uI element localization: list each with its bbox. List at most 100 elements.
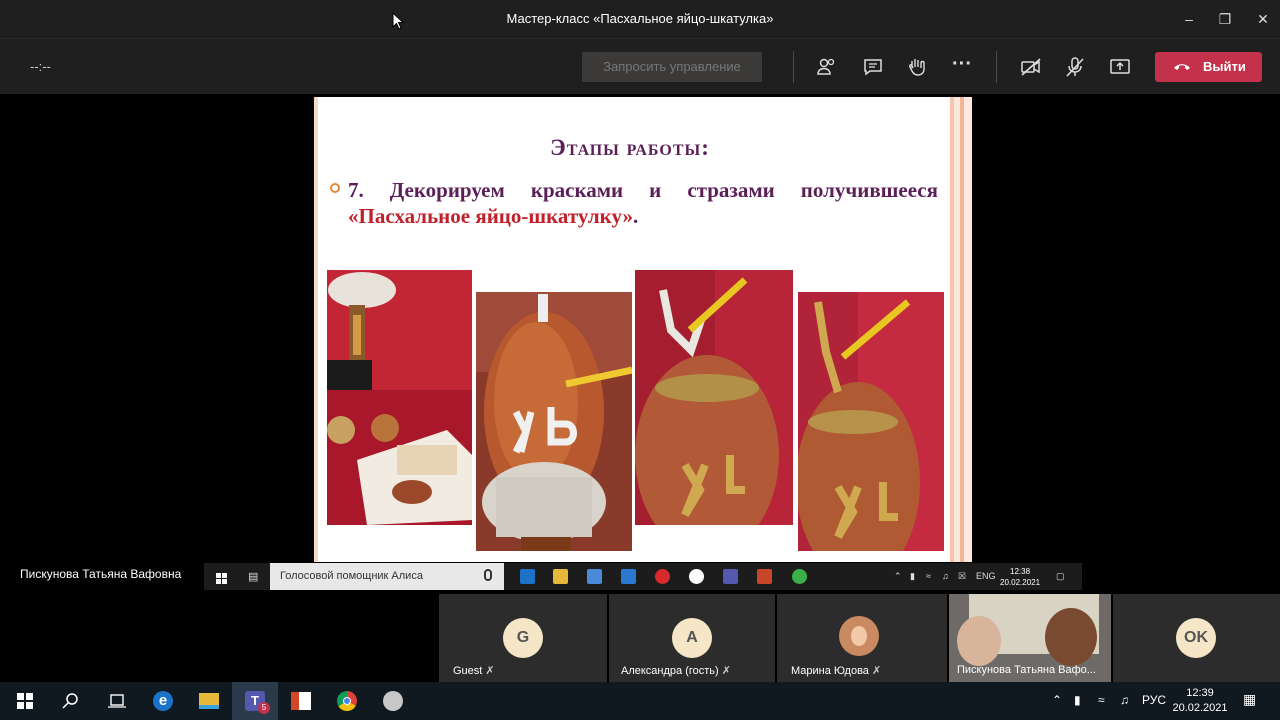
minimize-button[interactable]: – bbox=[1180, 10, 1198, 28]
raise-hand-icon[interactable] bbox=[905, 55, 929, 79]
folder-icon bbox=[199, 693, 219, 709]
inner-clock: 12:38 20.02.2021 bbox=[1000, 566, 1040, 588]
phone-hangup-icon bbox=[1174, 64, 1190, 70]
task-view-button[interactable] bbox=[94, 682, 140, 720]
mic-off-icon: ✗ bbox=[871, 665, 882, 677]
windows-taskbar: e T 5 ⌃ ▮ ≈ ♫ РУС 12:39 20.02.2021 ▦ bbox=[0, 682, 1280, 720]
tray-chevron-icon[interactable]: ⌃ bbox=[1052, 693, 1062, 707]
search-icon bbox=[62, 693, 78, 709]
teams-meeting-window: Мастер-класс «Пасхальное яйцо-шкатулка» … bbox=[0, 0, 1280, 720]
participant-name-text: Александра (гость) bbox=[621, 665, 719, 677]
mic-off-icon: ✗ bbox=[485, 665, 495, 677]
participant-tile[interactable]: Марина Юдова ✗ bbox=[777, 594, 947, 682]
share-screen-icon[interactable] bbox=[1108, 55, 1132, 79]
windows-logo-icon bbox=[17, 693, 33, 709]
slide-title: Этапы работы: bbox=[550, 135, 710, 160]
slide-border bbox=[946, 97, 972, 562]
windows-start-icon bbox=[216, 571, 227, 584]
bullet-icon bbox=[330, 183, 340, 193]
opera-icon bbox=[655, 569, 670, 584]
step-text-end: . bbox=[633, 204, 639, 228]
app-icon-button[interactable] bbox=[370, 682, 416, 720]
maximize-button[interactable]: ❐ bbox=[1216, 10, 1234, 28]
step-text-main: 7. Декорируем красками и стразами получи… bbox=[348, 178, 938, 202]
window-title: Мастер-класс «Пасхальное яйцо-шкатулка» bbox=[506, 11, 774, 26]
office-icon bbox=[291, 692, 311, 710]
photo-egg-gold bbox=[635, 270, 793, 525]
teams-app[interactable]: T 5 bbox=[232, 682, 278, 720]
powerpoint-icon bbox=[757, 569, 772, 584]
task-view-icon bbox=[108, 694, 126, 708]
mail-icon bbox=[621, 569, 636, 584]
microphone-off-icon[interactable] bbox=[1063, 55, 1087, 79]
slide-border bbox=[314, 97, 318, 562]
participant-name: Александра (гость) ✗ bbox=[621, 664, 731, 677]
teams-icon bbox=[723, 569, 738, 584]
participant-video-tile[interactable]: Пискунова Татьяна Вафо... bbox=[949, 594, 1111, 682]
toolbar-divider bbox=[996, 51, 997, 83]
inner-time: 12:38 bbox=[1010, 567, 1031, 576]
avatar: А bbox=[672, 618, 712, 658]
clock-time: 12:39 bbox=[1186, 687, 1214, 699]
photo-egg-letters bbox=[476, 292, 632, 551]
mouse-cursor-icon bbox=[392, 12, 404, 30]
step-text-highlight: «Пасхальное яйцо-шкатулку» bbox=[348, 204, 633, 228]
presenter-name: Пискунова Татьяна Вафовна bbox=[20, 567, 182, 581]
tray-chevron-icon: ⌃ bbox=[894, 571, 902, 581]
whatsapp-icon bbox=[792, 569, 807, 584]
language-indicator[interactable]: РУС bbox=[1142, 693, 1166, 707]
file-explorer-icon bbox=[553, 569, 568, 584]
more-options-icon[interactable]: ··· bbox=[950, 54, 974, 79]
participant-name: Guest ✗ bbox=[453, 664, 495, 677]
close-button[interactable]: ✕ bbox=[1254, 10, 1272, 28]
edge-icon bbox=[520, 569, 535, 584]
participant-tile[interactable]: А Александра (гость) ✗ bbox=[609, 594, 775, 682]
edge-icon: e bbox=[153, 691, 173, 711]
avatar: OK bbox=[1176, 618, 1216, 658]
battery-icon[interactable]: ▮ bbox=[1074, 693, 1081, 707]
action-center-icon[interactable]: ▦ bbox=[1243, 691, 1256, 708]
yandex-browser-icon bbox=[689, 569, 704, 584]
participant-name: Пискунова Татьяна Вафо... bbox=[957, 664, 1096, 676]
start-button[interactable] bbox=[2, 682, 48, 720]
volume-icon[interactable]: ♫ bbox=[1120, 693, 1129, 707]
toolbar-divider bbox=[793, 51, 794, 83]
battery-icon: ▮ bbox=[910, 571, 915, 581]
store-icon bbox=[587, 569, 602, 584]
video-person bbox=[957, 616, 1001, 666]
office-app[interactable] bbox=[278, 682, 324, 720]
avatar: G bbox=[503, 618, 543, 658]
chat-icon[interactable] bbox=[861, 55, 885, 79]
participants-icon[interactable] bbox=[815, 55, 839, 79]
camera-off-icon[interactable] bbox=[1019, 55, 1043, 79]
avatar-photo bbox=[839, 616, 879, 656]
search-button[interactable] bbox=[48, 682, 94, 720]
participant-name-text: Guest bbox=[453, 665, 483, 677]
photo-egg-finished bbox=[798, 292, 944, 551]
wifi-icon: ≈ bbox=[926, 571, 931, 581]
task-view-icon: ▤ bbox=[248, 571, 259, 583]
slide-step-text: 7. Декорируем красками и стразами получи… bbox=[348, 177, 938, 229]
meeting-toolbar: --:-- Запросить управление ··· Выйти bbox=[0, 38, 1280, 94]
clock-date: 20.02.2021 bbox=[1172, 702, 1228, 714]
file-explorer-app[interactable] bbox=[186, 682, 232, 720]
video-person bbox=[1045, 608, 1097, 666]
inner-date: 20.02.2021 bbox=[1000, 578, 1041, 587]
clock[interactable]: 12:39 20.02.2021 bbox=[1170, 686, 1230, 716]
presentation-slide: Этапы работы: 7. Декорируем красками и с… bbox=[314, 97, 972, 562]
wifi-icon[interactable]: ≈ bbox=[1098, 693, 1105, 707]
volume-icon: ♫ bbox=[942, 571, 949, 581]
meeting-timer: --:-- bbox=[30, 59, 51, 74]
notification-badge: 5 bbox=[258, 702, 270, 714]
participant-tile[interactable]: OK bbox=[1113, 594, 1280, 682]
participant-name-text: Марина Юдова bbox=[791, 665, 869, 677]
chrome-app[interactable] bbox=[324, 682, 370, 720]
participant-tile[interactable]: G Guest ✗ bbox=[439, 594, 607, 682]
leave-button[interactable]: Выйти bbox=[1155, 52, 1262, 82]
mic-off-icon: ✗ bbox=[721, 665, 731, 677]
request-control-button[interactable]: Запросить управление bbox=[582, 52, 762, 82]
leave-label: Выйти bbox=[1203, 59, 1246, 74]
inner-lang: ENG bbox=[976, 571, 996, 581]
edge-app[interactable]: e bbox=[140, 682, 186, 720]
title-bar: Мастер-класс «Пасхальное яйцо-шкатулка» … bbox=[0, 0, 1280, 38]
